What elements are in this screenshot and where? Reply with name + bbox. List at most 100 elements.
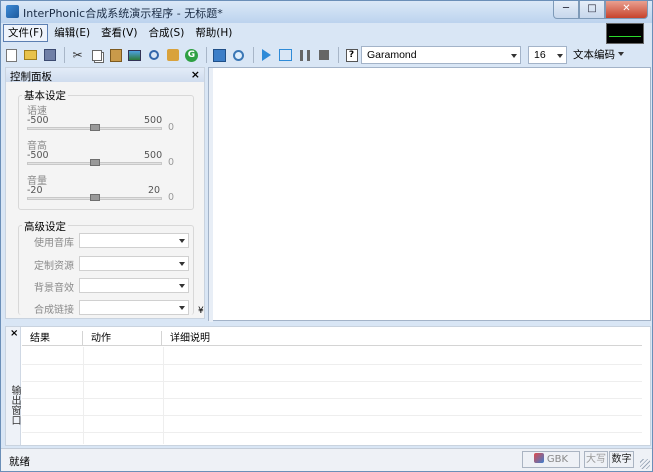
encoding-dropdown[interactable]: 文本编码 [573,47,624,62]
minimize-button[interactable]: ─ [553,1,579,19]
play-selection-icon [279,49,292,61]
advanced-settings-title: 高级设定 [22,219,68,234]
custom-resource-label: 定制资源 [34,261,74,272]
table-row [22,381,642,382]
speed-min: -500 [27,115,49,126]
voice-library-select[interactable] [79,233,189,248]
stop-button[interactable] [315,47,332,64]
pitch-min: -500 [27,150,49,161]
control-panel-header: 控制面板 × [6,68,204,83]
resize-grip-icon[interactable] [640,459,650,469]
editor-margin [209,68,213,322]
pitch-slider[interactable] [27,159,162,166]
speed-max: 500 [144,115,163,126]
menu-synthesis[interactable]: 合成(S) [143,24,189,42]
pause-button[interactable] [296,47,313,64]
gbk-label: GBK [546,454,569,465]
replace-icon [166,49,179,61]
column-header-action[interactable]: 动作 [83,331,162,346]
table-row [22,398,642,399]
chevron-down-icon [511,54,517,58]
document-button[interactable] [211,47,228,64]
table-row [22,432,642,433]
speed-slider-thumb[interactable] [90,124,100,131]
close-button[interactable]: ✕ [605,1,648,19]
font-value: Garamond [367,49,417,61]
menu-edit[interactable]: 编辑(E) [49,24,95,42]
background-sound-label: 背景音效 [34,283,74,294]
help-button[interactable]: ? [343,47,360,64]
volume-slider-thumb[interactable] [90,194,100,201]
audio-level-meter [606,23,644,44]
table-column-line [83,347,84,444]
copy-button[interactable] [88,47,105,64]
menu-help[interactable]: 帮助(H) [190,24,237,42]
speed-slider[interactable] [27,124,162,131]
open-folder-icon [24,50,37,60]
basic-settings-title: 基本设定 [22,88,68,103]
column-header-details[interactable]: 详细说明 [162,331,642,346]
go-button[interactable]: G [183,47,200,64]
chevron-down-icon [179,262,185,266]
font-select[interactable]: Garamond [361,46,521,64]
menu-bar: 文件(F) 编辑(E) 查看(V) 合成(S) 帮助(H) [3,23,603,43]
pitch-slider-thumb[interactable] [90,159,100,166]
custom-resource-select[interactable] [79,256,189,271]
play-icon [262,49,271,61]
synthesis-link-select[interactable] [79,300,189,315]
menu-file[interactable]: 文件(F) [3,24,49,42]
new-file-icon [6,48,17,62]
help-icon: ? [345,48,358,62]
text-editor[interactable] [208,67,651,322]
paste-button[interactable] [107,47,124,64]
go-icon: G [185,48,198,62]
output-table-header: 结果 动作 详细说明 [22,331,642,346]
replace-button[interactable] [164,47,181,64]
paste-icon [109,48,122,62]
window-title: InterPhonic合成系统演示程序 - 无标题* [23,7,223,20]
control-panel-close-button[interactable]: × [191,68,200,81]
num-lock-indicator: 数字 [609,451,634,468]
new-button[interactable] [3,47,20,64]
toolbar-separator [253,47,254,63]
image-icon [128,49,141,61]
toolbar-separator [64,47,65,63]
chevron-down-icon [179,239,185,243]
open-button[interactable] [22,47,39,64]
image-button[interactable] [126,47,143,64]
menu-view[interactable]: 查看(V) [96,24,142,42]
play-selection-button[interactable] [277,47,294,64]
maximize-button[interactable]: □ [579,1,605,19]
pitch-value: 0 [168,157,175,168]
cut-icon: ✂ [72,48,83,62]
control-panel-title: 控制面板 [10,71,52,83]
volume-value: 0 [168,192,175,203]
output-panel-close-button[interactable]: × [10,328,18,339]
volume-min: -20 [27,185,43,196]
gbk-indicator: GBK [522,451,580,468]
save-button[interactable] [41,47,58,64]
document-icon [213,48,226,62]
cut-button[interactable]: ✂ [69,47,86,64]
output-panel-sidebar: × 输出窗口 [6,327,21,445]
chevron-down-icon [618,52,624,56]
app-icon [6,5,19,18]
column-header-result[interactable]: 结果 [22,331,83,346]
volume-slider[interactable] [27,194,162,201]
status-bar: 就绪 GBK 大写 数字 [1,448,652,471]
collapse-icon[interactable]: ¥ [198,307,204,316]
chevron-down-icon [179,306,185,310]
zoom-button[interactable] [230,47,247,64]
panel-splitter[interactable] [3,322,651,325]
window-controls: ─ □ ✕ [553,1,648,19]
find-button[interactable] [145,47,162,64]
pitch-max: 500 [144,150,163,161]
table-column-line [163,347,164,444]
background-sound-select[interactable] [79,278,189,293]
play-button[interactable] [258,47,275,64]
table-row [22,364,642,365]
voice-library-label: 使用音库 [34,238,74,249]
title-bar[interactable]: InterPhonic合成系统演示程序 - 无标题* ─ □ ✕ [1,1,652,23]
speed-value: 0 [168,122,175,133]
font-size-select[interactable]: 16 [528,46,567,64]
